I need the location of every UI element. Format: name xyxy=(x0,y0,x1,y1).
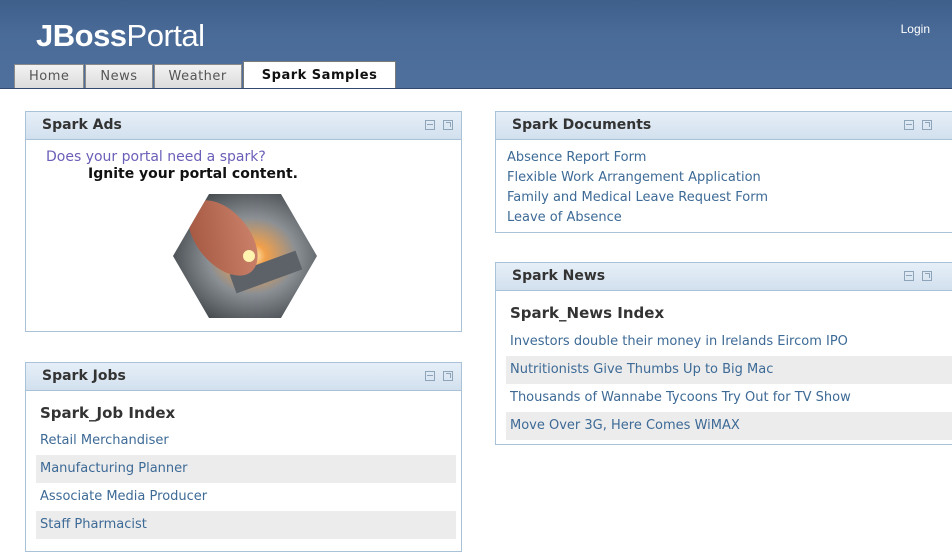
logo-bold-text: JBoss xyxy=(36,18,127,53)
list-item: Nutritionists Give Thumbs Up to Big Mac xyxy=(506,356,952,384)
tab-bar: Home News Weather Spark Samples xyxy=(14,61,397,88)
job-link[interactable]: Retail Merchandiser xyxy=(40,427,456,455)
spark-news-controls xyxy=(904,271,932,281)
minimize-icon[interactable] xyxy=(425,120,435,130)
job-link[interactable]: Manufacturing Planner xyxy=(40,455,456,483)
login-link[interactable]: Login xyxy=(901,22,930,36)
spark-news-portlet: Spark News Spark_News Index Investors do… xyxy=(495,262,952,445)
spark-ads-title: Spark Ads xyxy=(42,117,122,133)
tab-home[interactable]: Home xyxy=(14,64,85,88)
document-link[interactable]: Absence Report Form xyxy=(507,150,646,165)
maximize-icon[interactable] xyxy=(443,120,453,130)
maximize-icon[interactable] xyxy=(922,120,932,130)
ad-tagline-text: Ignite your portal content. xyxy=(88,166,298,182)
list-item: Staff Pharmacist xyxy=(36,511,456,539)
spark-documents-titlebar: Spark Documents xyxy=(496,112,952,140)
spark-news-title: Spark News xyxy=(512,268,606,284)
news-link[interactable]: Move Over 3G, Here Comes WiMAX xyxy=(510,412,952,440)
list-item: Move Over 3G, Here Comes WiMAX xyxy=(506,412,952,440)
header-bar: JBossPortal Login Home News Weather Spar… xyxy=(0,0,952,89)
spark-ads-controls xyxy=(425,120,453,130)
document-link[interactable]: Leave of Absence xyxy=(507,210,622,225)
tab-weather[interactable]: Weather xyxy=(153,64,242,88)
maximize-icon[interactable] xyxy=(922,271,932,281)
news-index-title: Spark_News Index xyxy=(510,304,665,322)
news-link[interactable]: Nutritionists Give Thumbs Up to Big Mac xyxy=(510,356,952,384)
logo-light-text: Portal xyxy=(126,18,205,53)
jboss-portal-logo[interactable]: JBossPortal xyxy=(36,18,205,54)
spark-ads-titlebar: Spark Ads xyxy=(26,112,461,140)
job-link[interactable]: Staff Pharmacist xyxy=(40,511,456,539)
job-index-title: Spark_Job Index xyxy=(40,404,176,422)
document-link[interactable]: Family and Medical Leave Request Form xyxy=(507,190,768,205)
spark-ads-portlet: Spark Ads Does your portal need a spark?… xyxy=(25,111,462,332)
minimize-icon[interactable] xyxy=(425,371,435,381)
maximize-icon[interactable] xyxy=(443,371,453,381)
ad-question-text: Does your portal need a spark? xyxy=(46,149,266,165)
minimize-icon[interactable] xyxy=(904,271,914,281)
news-link[interactable]: Thousands of Wannabe Tycoons Try Out for… xyxy=(510,384,952,412)
list-item: Associate Media Producer xyxy=(36,483,456,511)
news-link[interactable]: Investors double their money in Irelands… xyxy=(510,328,952,356)
job-link[interactable]: Associate Media Producer xyxy=(40,483,456,511)
spark-documents-portlet: Spark Documents Absence Report Form Flex… xyxy=(495,111,952,233)
spark-jobs-titlebar: Spark Jobs xyxy=(26,363,461,391)
spark-documents-controls xyxy=(904,120,932,130)
list-item: Thousands of Wannabe Tycoons Try Out for… xyxy=(506,384,952,412)
spark-documents-title: Spark Documents xyxy=(512,117,652,133)
spark-news-titlebar: Spark News xyxy=(496,263,952,291)
list-item: Manufacturing Planner xyxy=(36,455,456,483)
spark-jobs-portlet: Spark Jobs Spark_Job Index Retail Mercha… xyxy=(25,362,462,552)
tab-news[interactable]: News xyxy=(85,64,153,88)
spark-jobs-title: Spark Jobs xyxy=(42,368,126,384)
list-item: Retail Merchandiser xyxy=(36,427,456,455)
spark-jobs-controls xyxy=(425,371,453,381)
minimize-icon[interactable] xyxy=(904,120,914,130)
spark-hexagon-image xyxy=(173,194,317,318)
list-item: Investors double their money in Irelands… xyxy=(506,328,952,356)
tab-spark-samples[interactable]: Spark Samples xyxy=(242,61,397,88)
document-link[interactable]: Flexible Work Arrangement Application xyxy=(507,170,761,185)
